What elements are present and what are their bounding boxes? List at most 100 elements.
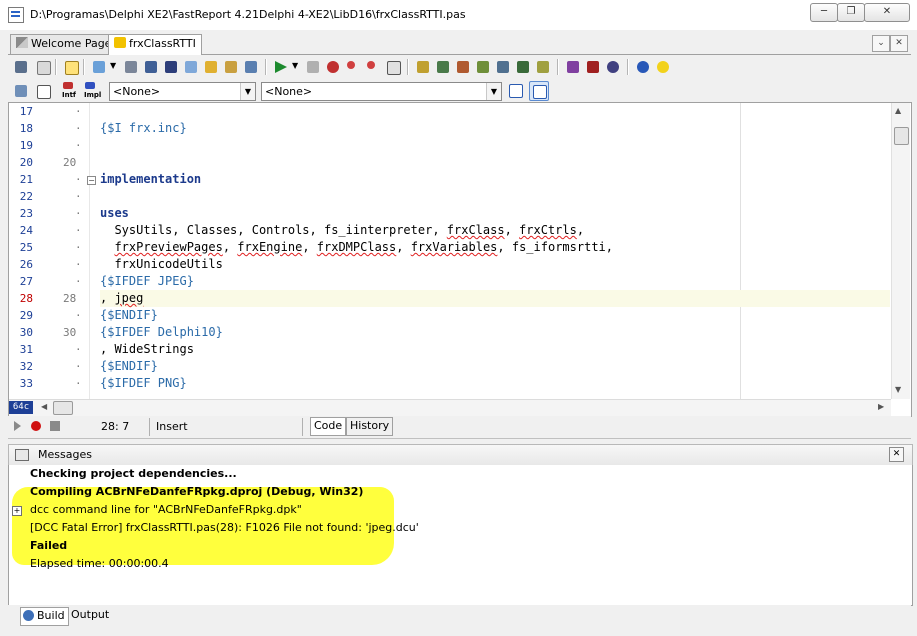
code-line[interactable]: {$ENDIF}	[100, 308, 158, 322]
line-number: 19	[19, 139, 33, 152]
data-explorer-icon[interactable]	[434, 58, 452, 76]
gutter-dot: ·	[75, 343, 82, 356]
save-all-icon[interactable]	[142, 58, 160, 76]
close-button[interactable]: ✕	[864, 3, 910, 22]
run-to-cursor-icon[interactable]	[384, 58, 402, 76]
align-icon[interactable]	[474, 58, 492, 76]
scroll-down-icon[interactable]: ▼	[895, 385, 901, 394]
help-icon[interactable]	[634, 58, 652, 76]
title-bar: D:\Programas\Delphi XE2\FastReport 4.21D…	[0, 0, 917, 30]
vertical-scrollbar[interactable]: ▲ ▼	[891, 103, 910, 399]
structure-icon[interactable]	[514, 58, 532, 76]
plugin-icon[interactable]	[604, 58, 622, 76]
intf-button[interactable]: Intf	[60, 81, 78, 101]
run-icon[interactable]	[272, 58, 290, 76]
window-title: D:\Programas\Delphi XE2\FastReport 4.21D…	[30, 8, 466, 21]
code-line[interactable]: {$IFDEF JPEG}	[100, 274, 194, 288]
code-line[interactable]: {$IFDEF PNG}	[100, 376, 187, 390]
tab-history[interactable]: History	[346, 417, 394, 436]
step-over-icon[interactable]	[364, 58, 382, 76]
pause-icon[interactable]	[304, 58, 322, 76]
restore-button[interactable]: ❐	[837, 3, 865, 22]
code-line[interactable]: SysUtils, Classes, Controls, fs_iinterpr…	[100, 223, 584, 237]
gutter-dot: ·	[75, 224, 82, 237]
message-line[interactable]: dcc command line for "ACBrNFeDanfeFRpkg.…	[30, 503, 302, 516]
scroll-up-icon[interactable]: ▲	[895, 106, 901, 115]
trace-into-icon[interactable]	[344, 58, 362, 76]
line-number: 31	[19, 343, 33, 356]
open-dropdown-icon[interactable]: ▼	[108, 58, 118, 76]
remove-from-project-icon[interactable]	[222, 58, 240, 76]
record-macro-icon[interactable]	[31, 421, 41, 431]
fold-toggle-icon[interactable]: −	[87, 176, 96, 185]
tab-welcome-page[interactable]: Welcome Page	[10, 34, 118, 54]
code-line[interactable]: frxPreviewPages, frxEngine, frxDMPClass,…	[100, 240, 613, 254]
translation-icon[interactable]	[584, 58, 602, 76]
play-macro-icon[interactable]	[14, 421, 21, 431]
code-line[interactable]: {$ENDIF}	[100, 359, 158, 373]
add-to-project-icon[interactable]	[202, 58, 220, 76]
tip-lightbulb-icon[interactable]	[654, 58, 672, 76]
refactor-icon[interactable]	[564, 58, 582, 76]
messages-bottom-tabs: Build Output	[8, 605, 911, 631]
code-line[interactable]: {$I frx.inc}	[100, 121, 187, 135]
app-icon	[8, 7, 24, 23]
tab-list-dropdown-button[interactable]: ⌄	[872, 35, 890, 52]
toggle-form-unit-icon[interactable]	[34, 82, 52, 100]
class-combo[interactable]: <None> ▼	[109, 82, 256, 101]
gutter-dot: ·	[75, 173, 82, 186]
gutter-dot: ·	[75, 122, 82, 135]
right-margin-line	[740, 103, 741, 399]
view-unit-icon[interactable]	[34, 58, 52, 76]
message-line[interactable]: Compiling ACBrNFeDanfeFRpkg.dproj (Debug…	[30, 485, 363, 498]
save-icon[interactable]	[122, 58, 140, 76]
gutter-dot: ·	[75, 275, 82, 288]
line-number: 24	[19, 224, 33, 237]
close-messages-button[interactable]: ✕	[889, 447, 904, 462]
code-line[interactable]: frxUnicodeUtils	[100, 257, 222, 271]
object-inspector-icon[interactable]	[494, 58, 512, 76]
align-left-icon[interactable]	[506, 81, 524, 99]
message-line[interactable]: Checking project dependencies...	[30, 467, 237, 480]
scroll-thumb[interactable]	[894, 127, 909, 145]
line-number: 21	[19, 173, 33, 186]
program-reset-icon[interactable]	[324, 58, 342, 76]
fatal-error-message[interactable]: [DCC Fatal Error] frxClassRTTI.pas(28): …	[30, 521, 419, 534]
open-icon[interactable]	[90, 58, 108, 76]
code-line[interactable]: uses	[100, 206, 129, 220]
horizontal-scrollbar[interactable]: 64c ◀ ▶	[9, 399, 891, 416]
close-file-icon[interactable]	[162, 58, 180, 76]
align-justify-icon[interactable]	[529, 81, 549, 101]
gutter-mark: 30	[63, 326, 77, 339]
navigate-back-icon[interactable]	[12, 82, 30, 100]
project-options-icon[interactable]	[242, 58, 260, 76]
expand-node-icon[interactable]: +	[12, 506, 22, 516]
tab-code[interactable]: Code	[310, 417, 347, 436]
stop-macro-icon[interactable]	[50, 421, 60, 431]
method-combo[interactable]: <None> ▼	[261, 82, 502, 101]
close-tab-button[interactable]: ✕	[890, 35, 908, 52]
message-line[interactable]: Failed	[30, 539, 67, 552]
view-form-icon[interactable]	[12, 58, 30, 76]
tab-build[interactable]: Build	[20, 607, 69, 626]
scroll-left-icon[interactable]: ◀	[41, 402, 47, 411]
insert-mode: Insert	[156, 420, 188, 433]
edit-icon[interactable]	[454, 58, 472, 76]
code-line[interactable]: , WideStrings	[100, 342, 194, 356]
impl-button[interactable]: Impl	[82, 81, 101, 101]
run-dropdown-icon[interactable]: ▼	[290, 58, 300, 76]
code-line[interactable]: implementation	[100, 172, 201, 186]
code-editor[interactable]: 17 · 18 · {$I frx.inc} 19 · 20 20 21 · − implementat…	[8, 102, 912, 417]
component-palette-icon[interactable]	[414, 58, 432, 76]
minimize-button[interactable]: ─	[810, 3, 838, 22]
open-project-icon[interactable]	[182, 58, 200, 76]
hscroll-thumb[interactable]	[53, 401, 73, 415]
code-line[interactable]: , jpeg	[100, 291, 143, 305]
tool-palette-icon[interactable]	[534, 58, 552, 76]
code-line[interactable]: {$IFDEF Delphi10}	[100, 325, 223, 339]
tab-output[interactable]: Output	[68, 607, 112, 624]
tab-frxclassrtti[interactable]: frxClassRTTI	[108, 34, 202, 55]
scroll-right-icon[interactable]: ▶	[878, 402, 884, 411]
message-line[interactable]: Elapsed time: 00:00:00.4	[30, 557, 169, 570]
new-icon[interactable]	[62, 58, 80, 76]
